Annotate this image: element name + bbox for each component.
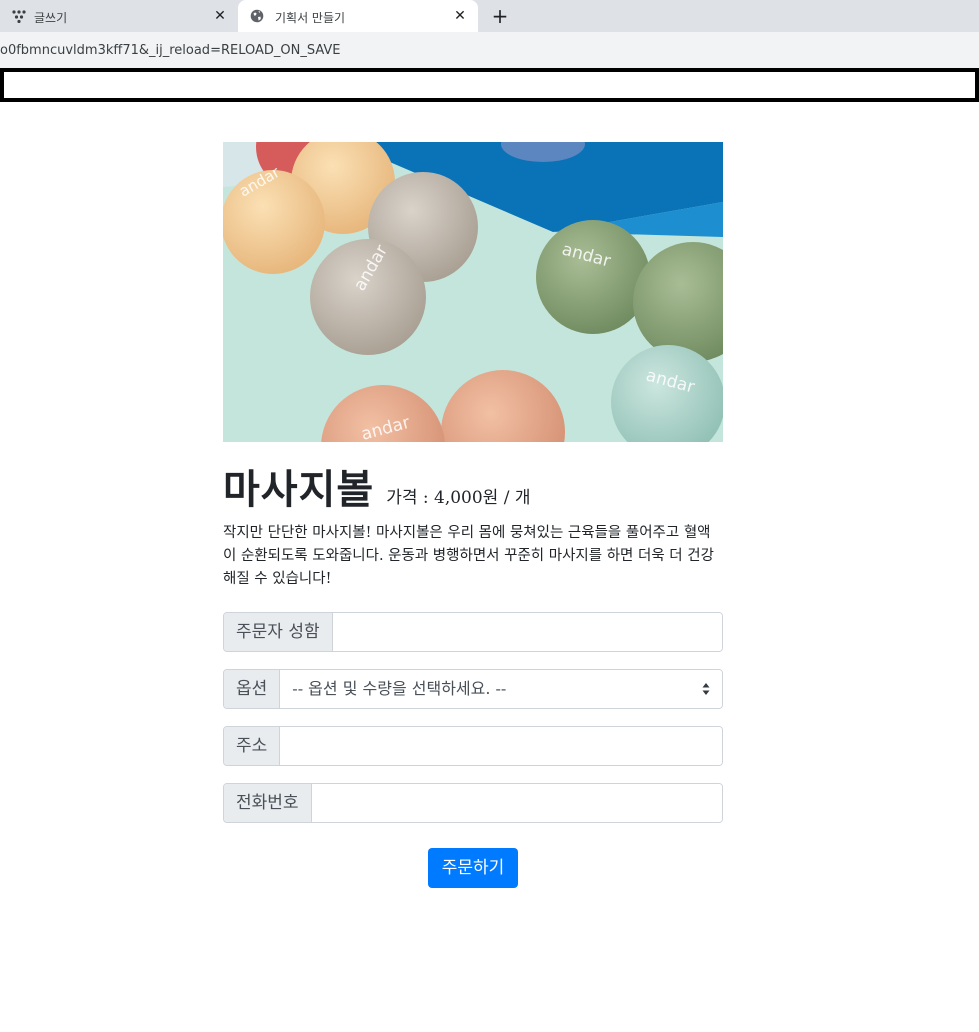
- product-title-row: 마사지볼 가격 : 4,000원 / 개: [223, 466, 723, 514]
- option-group: 옵션 -- 옵션 및 수량을 선택하세요. --: [223, 669, 723, 709]
- url-text[interactable]: o0fbmncuvldm3kff71&_ij_reload=RELOAD_ON_…: [0, 43, 341, 58]
- orderer-name-input[interactable]: [332, 613, 722, 651]
- massage-balls-photo: andar andar andar andar andar: [223, 142, 723, 442]
- tab-write[interactable]: 글쓰기 ✕: [0, 0, 238, 32]
- product-description: 작지만 단단한 마사지볼! 마사지볼은 우리 몸에 뭉쳐있는 근육들을 풀어주고…: [223, 525, 714, 587]
- product-price: 가격 : 4,000원 / 개: [386, 488, 531, 508]
- globe-icon: [250, 9, 264, 23]
- address-label: 주소: [224, 727, 281, 765]
- product-card: andar andar andar andar andar 마사지볼 가격 : …: [223, 142, 723, 888]
- order-button[interactable]: 주문하기: [427, 848, 519, 888]
- option-select[interactable]: -- 옵션 및 수량을 선택하세요. --: [280, 670, 722, 708]
- address-input[interactable]: [280, 727, 722, 765]
- app-dots-icon: [12, 10, 26, 23]
- phone-group: 전화번호: [223, 783, 723, 823]
- submit-wrap: 주문하기: [223, 848, 723, 888]
- tab-title: 글쓰기: [34, 11, 68, 25]
- select-updown-icon: [702, 683, 710, 695]
- option-selected-text: -- 옵션 및 수량을 선택하세요. --: [292, 679, 507, 698]
- close-tab-icon[interactable]: ✕: [212, 8, 228, 24]
- tab-planning[interactable]: 기획서 만들기 ✕: [238, 0, 478, 32]
- product-name: 마사지볼: [223, 466, 375, 513]
- browser-tabstrip: 글쓰기 ✕ 기획서 만들기 ✕ +: [0, 0, 979, 32]
- address-group: 주소: [223, 726, 723, 766]
- orderer-name-group: 주문자 성함: [223, 612, 723, 652]
- page-header-box: [0, 68, 979, 102]
- product-image: andar andar andar andar andar: [223, 142, 723, 442]
- new-tab-button[interactable]: +: [489, 6, 511, 28]
- option-label: 옵션: [224, 670, 281, 708]
- tab-title: 기획서 만들기: [275, 11, 346, 25]
- orderer-name-label: 주문자 성함: [224, 613, 333, 651]
- phone-label: 전화번호: [224, 784, 312, 822]
- address-bar[interactable]: o0fbmncuvldm3kff71&_ij_reload=RELOAD_ON_…: [0, 32, 979, 68]
- phone-input[interactable]: [311, 784, 722, 822]
- close-tab-icon[interactable]: ✕: [452, 8, 468, 24]
